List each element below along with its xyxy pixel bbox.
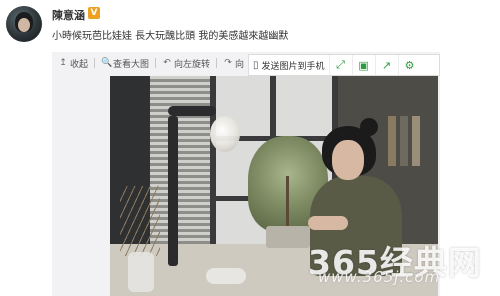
photo-lamp-arm — [168, 106, 216, 116]
rotate-right-icon: ↷ — [224, 58, 232, 68]
settings-icon[interactable]: ⚙ — [397, 55, 421, 75]
collapse-button[interactable]: ↥ 收起 — [52, 54, 94, 72]
photo-plant-stem — [286, 176, 289, 231]
expand-icon[interactable]: ⤢ — [328, 55, 352, 75]
magnifier-icon: 🔍 — [101, 58, 113, 68]
photo-bulb — [210, 116, 240, 152]
photo-window-frame — [210, 76, 216, 246]
view-large-button[interactable]: 🔍 查看大图 — [95, 54, 155, 72]
photo-lamp-pipe — [168, 116, 178, 266]
send-to-phone-button[interactable]: ▯ 发送图片到手机 — [249, 55, 329, 75]
collapse-label: 收起 — [70, 59, 89, 70]
photo-plant-pot — [266, 226, 310, 248]
view-large-label: 查看大图 — [113, 59, 150, 70]
avatar-face — [18, 18, 30, 32]
photo-woman-face — [332, 140, 364, 180]
photo-woman-arm — [308, 216, 348, 230]
user-name[interactable]: 陳意涵 — [52, 7, 85, 23]
save-icon[interactable]: ▣ — [351, 55, 375, 75]
photo-clock — [206, 268, 246, 284]
avatar[interactable] — [6, 6, 42, 42]
rotate-right-button[interactable]: ↷ 向 — [217, 54, 250, 72]
post-text: 小時候玩芭比娃娃 長大玩醜比頭 我的美感越來越幽默 — [52, 31, 289, 42]
watermark-url: www.365j.com — [318, 268, 441, 286]
rotate-left-label: 向左旋转 — [174, 59, 211, 70]
photo-action-bar: ▯ 发送图片到手机 ⤢ ▣ ↗ ⚙ — [248, 54, 440, 76]
share-icon[interactable]: ↗ — [374, 55, 398, 75]
rotate-left-button[interactable]: ↶ 向左旋转 — [156, 54, 216, 72]
phone-icon: ▯ — [253, 59, 259, 71]
media-toolbar: ↥ 收起 🔍 查看大图 ↶ 向左旋转 ↷ 向 — [52, 54, 250, 72]
verified-badge-icon: V — [88, 7, 100, 19]
rotate-left-icon: ↶ — [163, 58, 171, 68]
photo-reed-sticks — [120, 186, 160, 256]
photo-diffuser — [128, 252, 154, 292]
send-to-phone-label: 发送图片到手机 — [261, 61, 325, 72]
rotate-right-label: 向 — [235, 59, 245, 70]
collapse-icon: ↥ — [59, 58, 67, 68]
photo-bottles — [388, 116, 424, 166]
